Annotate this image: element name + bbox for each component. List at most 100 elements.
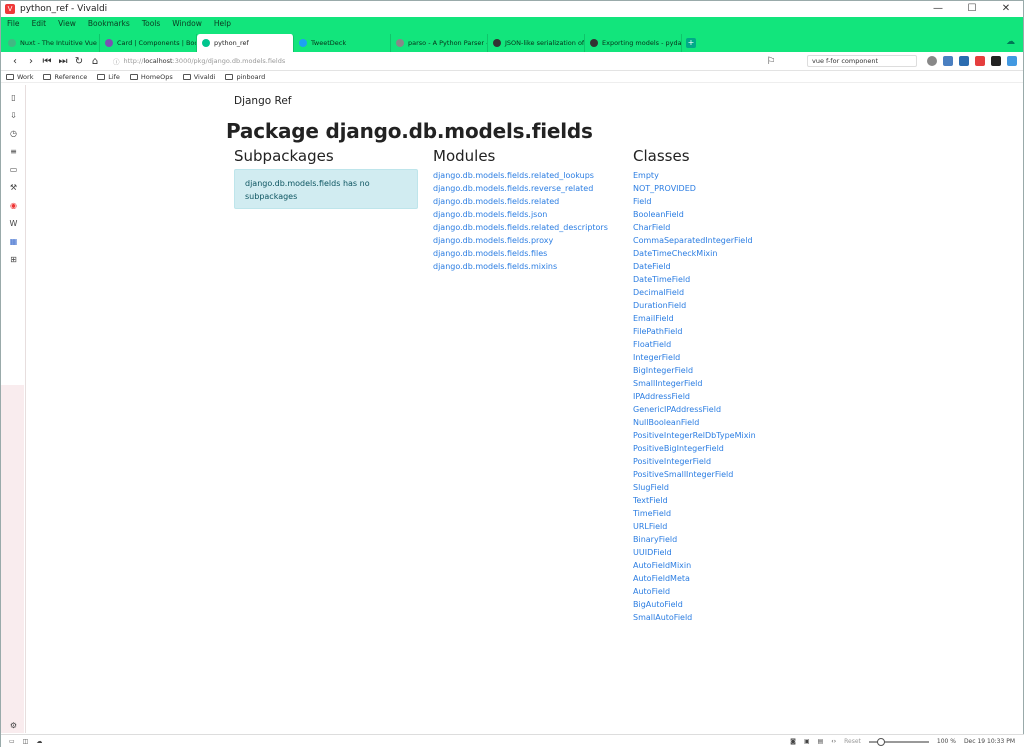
menu-file[interactable]: File [7,19,20,28]
tab-parso[interactable]: parso - A Python Parser — [391,34,488,52]
profile-avatar[interactable] [927,56,937,66]
url-field[interactable]: ⓘ http://localhost:3000/pkg/django.db.mo… [113,55,763,68]
class-link[interactable]: BigAutoField [633,598,756,611]
menu-help[interactable]: Help [214,19,231,28]
class-link[interactable]: EmailField [633,312,756,325]
class-link[interactable]: URLField [633,520,756,533]
zoom-slider-knob[interactable] [876,737,885,746]
class-link[interactable]: DecimalField [633,286,756,299]
bookmark-vivaldi[interactable]: Vivaldi [182,73,215,81]
maximize-button[interactable]: ☐ [955,1,989,17]
tab-bootstrap-card[interactable]: Card | Components | Boots [100,34,197,52]
class-link[interactable]: PositiveIntegerRelDbTypeMixin [633,429,756,442]
class-link[interactable]: AutoFieldMixin [633,559,756,572]
class-link[interactable]: BigIntegerField [633,364,756,377]
class-link[interactable]: BinaryField [633,533,756,546]
class-link[interactable]: BooleanField [633,208,756,221]
module-link[interactable]: django.db.models.fields.related_lookups [433,169,608,182]
code-icon[interactable]: ‹› [831,738,836,745]
class-link[interactable]: TimeField [633,507,756,520]
extension-icon[interactable] [943,56,953,66]
window-panel-icon[interactable]: ▭ [9,165,18,174]
bookmark-icon[interactable]: ⚐ [763,56,779,67]
tab-tweetdeck[interactable]: TweetDeck [294,34,391,52]
module-link[interactable]: django.db.models.fields.files [433,247,608,260]
module-link[interactable]: django.db.models.fields.json [433,208,608,221]
tab-python-ref[interactable]: python_ref [197,34,294,52]
class-link[interactable]: DateField [633,260,756,273]
sync-cloud-icon[interactable]: ☁ [1006,37,1015,47]
extension-icon[interactable] [975,56,985,66]
reload-button[interactable]: ↻ [71,56,87,67]
home-button[interactable]: ⌂ [87,56,103,67]
class-link[interactable]: FilePathField [633,325,756,338]
class-link[interactable]: Empty [633,169,756,182]
module-link[interactable]: django.db.models.fields.mixins [433,260,608,273]
class-link[interactable]: IntegerField [633,351,756,364]
forward-button[interactable]: › [23,56,39,67]
class-link[interactable]: IPAddressField [633,390,756,403]
class-link[interactable]: AutoField [633,585,756,598]
tab-nuxt[interactable]: Nuxt - The Intuitive Vue Fr [3,34,100,52]
class-link[interactable]: PositiveBigIntegerField [633,442,756,455]
class-link[interactable]: NullBooleanField [633,416,756,429]
capture-icon[interactable]: ◙ [790,738,796,745]
extension-icon[interactable] [959,56,969,66]
back-button[interactable]: ‹ [7,56,23,67]
reader-panel-icon[interactable]: ▦ [9,237,18,246]
bookmark-reference[interactable]: Reference [43,73,87,81]
class-link[interactable]: TextField [633,494,756,507]
extension-icon[interactable] [991,56,1001,66]
add-panel-icon[interactable]: ⊞ [9,255,18,264]
extension-icon[interactable] [1007,56,1017,66]
new-tab-button[interactable]: + [686,38,696,48]
module-link[interactable]: django.db.models.fields.related [433,195,608,208]
class-link[interactable]: SmallAutoField [633,611,756,624]
class-link[interactable]: SlugField [633,481,756,494]
bookmark-homeops[interactable]: HomeOps [129,73,173,81]
zoom-slider[interactable] [868,737,929,746]
class-link[interactable]: DurationField [633,299,756,312]
menu-view[interactable]: View [58,19,76,28]
site-info-icon[interactable]: ⓘ [113,56,120,66]
menu-tools[interactable]: Tools [142,19,160,28]
class-link[interactable]: PositiveSmallIntegerField [633,468,756,481]
class-link[interactable]: DateTimeField [633,273,756,286]
class-link[interactable]: UUIDField [633,546,756,559]
class-link[interactable]: CommaSeparatedIntegerField [633,234,756,247]
sync-cloud-icon[interactable]: ☁ [36,738,42,745]
bookmark-work[interactable]: Work [6,73,33,81]
menu-edit[interactable]: Edit [32,19,47,28]
bookmarks-panel-icon[interactable]: ▯ [9,93,18,102]
tab-pydantic[interactable]: Exporting models - pydant [585,34,682,52]
image-toggle-icon[interactable]: ▣ [804,738,810,745]
settings-gear-icon[interactable]: ⚙ [9,721,18,730]
menu-bookmarks[interactable]: Bookmarks [88,19,130,28]
class-link[interactable]: AutoFieldMeta [633,572,756,585]
class-link[interactable]: FloatField [633,338,756,351]
page-actions-icon[interactable]: ▤ [818,738,824,745]
minimize-button[interactable]: — [921,1,955,17]
tile-icon[interactable]: ◫ [23,738,29,745]
class-link[interactable]: NOT_PROVIDED [633,182,756,195]
downloads-panel-icon[interactable]: ⇩ [9,111,18,120]
class-link[interactable]: SmallIntegerField [633,377,756,390]
menu-window[interactable]: Window [172,19,202,28]
class-link[interactable]: Field [633,195,756,208]
tab-json-serialization[interactable]: JSON-like serialization of [488,34,585,52]
vivaldi-panel-icon[interactable]: ◉ [9,201,18,210]
module-link[interactable]: django.db.models.fields.reverse_related [433,182,608,195]
module-link[interactable]: django.db.models.fields.related_descript… [433,221,608,234]
panel-toggle-icon[interactable]: ▭ [9,738,15,745]
notes-panel-icon[interactable]: ≡ [9,147,18,156]
bookmark-pinboard[interactable]: pinboard [225,73,265,81]
fast-forward-button[interactable]: ⏭ [55,56,71,67]
class-link[interactable]: CharField [633,221,756,234]
class-link[interactable]: PositiveIntegerField [633,455,756,468]
close-button[interactable]: ✕ [989,1,1023,17]
wikipedia-panel-icon[interactable]: W [9,219,18,228]
tools-panel-icon[interactable]: ⚒ [9,183,18,192]
bookmark-life[interactable]: Life [97,73,120,81]
class-link[interactable]: DateTimeCheckMixin [633,247,756,260]
search-input[interactable]: vue f-for component [807,55,917,67]
